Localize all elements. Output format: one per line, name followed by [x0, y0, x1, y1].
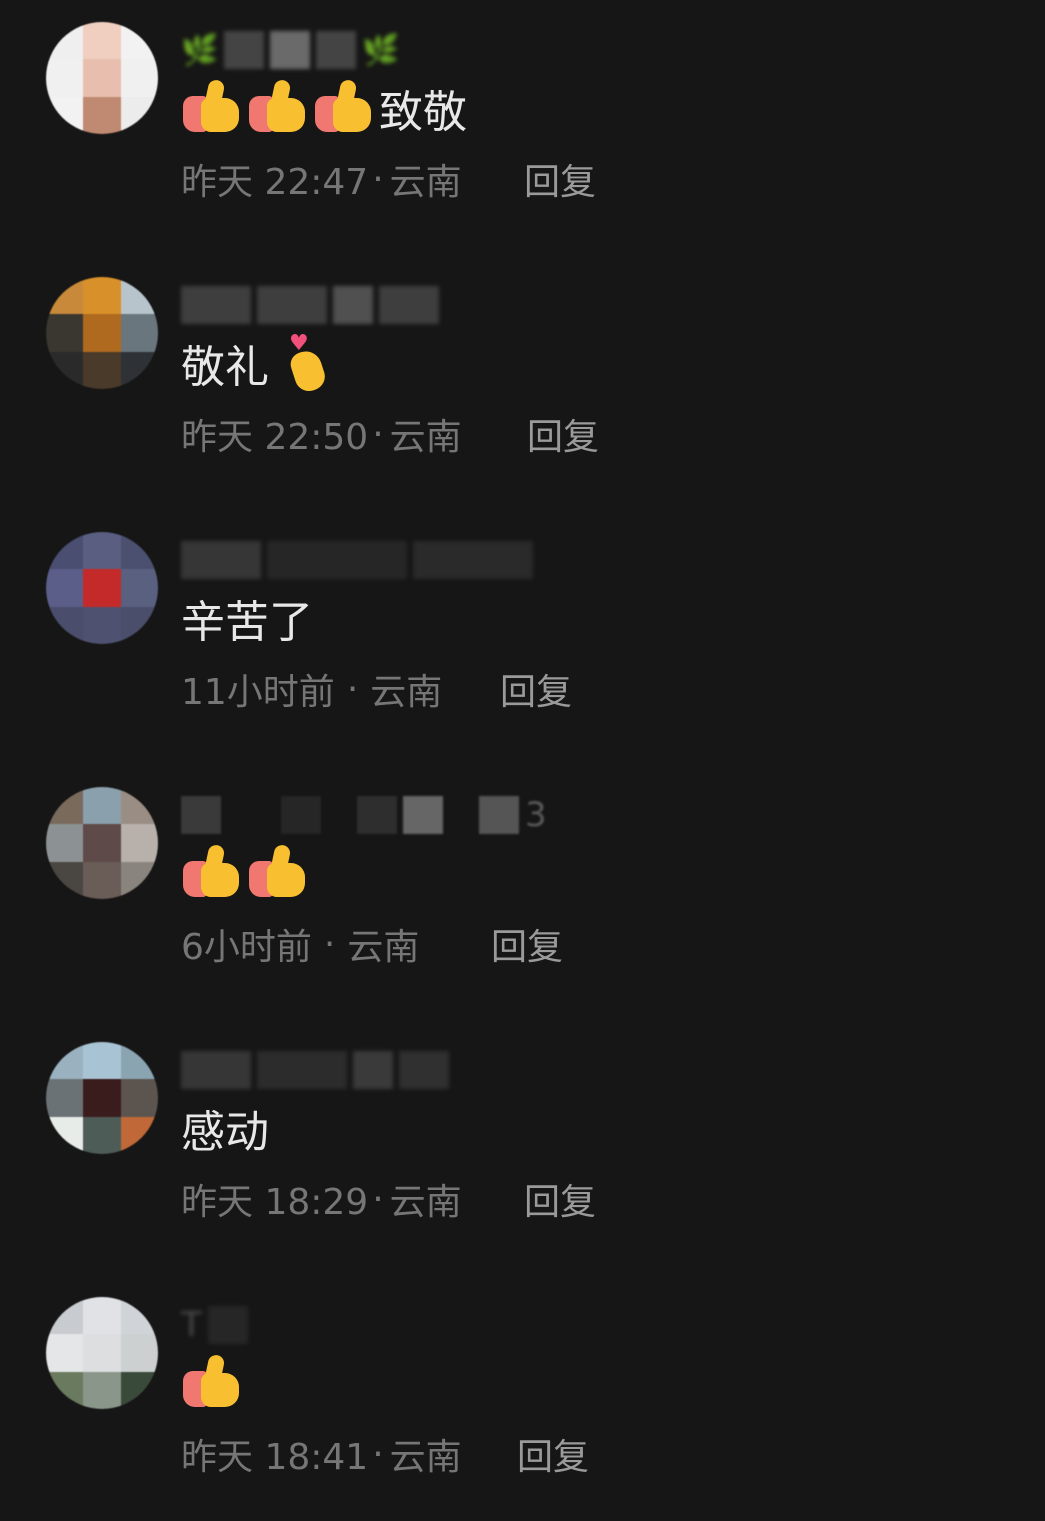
meta-separator: · [323, 923, 336, 965]
thumbs-up-icon [247, 78, 309, 136]
username-mosaic [224, 31, 265, 69]
comment-text: 致敬 [181, 76, 467, 140]
comment-time: 昨天 18:41 [181, 1437, 369, 1478]
comment-location: 云南 [389, 1437, 462, 1478]
username-mosaic [270, 31, 311, 69]
meta-separator: · [372, 158, 384, 200]
comment-text: 辛苦了 [181, 586, 313, 650]
thumbs-up-icon [313, 78, 375, 136]
username-visible-text: 3 [525, 795, 547, 835]
reply-button[interactable]: 回复 [500, 664, 572, 714]
comment-time: 11小时前 [181, 672, 335, 713]
username-mosaic [403, 796, 443, 834]
username-blurred[interactable]: 🌿 🌿 [181, 24, 400, 76]
comment-text-label: 致敬 [379, 87, 467, 138]
username-mosaic [399, 1051, 449, 1089]
finger-heart-icon: ♥ [283, 333, 335, 395]
leaf-icon: 🌿 [181, 32, 219, 68]
comment-time: 昨天 22:47 [181, 162, 369, 203]
username-visible-text: T [181, 1305, 202, 1345]
username-mosaic [181, 286, 251, 324]
username-blurred[interactable] [181, 1044, 449, 1096]
username-blurred[interactable]: 3 [181, 789, 547, 841]
thumbs-up-icon [181, 1353, 243, 1411]
avatar[interactable] [46, 532, 158, 644]
comment-location: 云南 [389, 162, 462, 203]
reply-button[interactable]: 回复 [527, 409, 599, 459]
comment-meta: 昨天 22:47 · 云南 [181, 154, 462, 204]
reply-button[interactable]: 回复 [524, 154, 596, 204]
comment-location: 云南 [389, 1182, 462, 1223]
comment-time: 6小时前 [181, 927, 312, 968]
comment-time: 昨天 22:50 [181, 417, 369, 458]
username-blurred[interactable]: T [181, 1299, 248, 1351]
meta-separator: · [372, 1433, 384, 1475]
comment-text-label: 辛苦了 [181, 597, 313, 648]
avatar[interactable] [46, 1297, 158, 1409]
username-mosaic [257, 1051, 347, 1089]
comment-text: 感动 [181, 1096, 269, 1160]
reply-button[interactable]: 回复 [491, 919, 563, 969]
comment-text [181, 841, 313, 905]
username-mosaic [379, 286, 439, 324]
username-mosaic [333, 286, 373, 324]
avatar[interactable] [46, 22, 158, 134]
username-mosaic [357, 796, 397, 834]
comment-text [181, 1351, 247, 1415]
username-mosaic [181, 1051, 251, 1089]
thumbs-up-icon [247, 843, 309, 901]
meta-separator: · [346, 668, 359, 710]
comment-location: 云南 [389, 417, 462, 458]
username-mosaic [181, 796, 221, 834]
avatar[interactable] [46, 277, 158, 389]
username-blurred[interactable] [181, 534, 533, 586]
username-mosaic [181, 541, 261, 579]
comment-location: 云南 [347, 927, 420, 968]
username-mosaic [267, 541, 407, 579]
comment-meta: 昨天 18:41 · 云南 [181, 1429, 462, 1479]
meta-separator: · [372, 413, 384, 455]
username-mosaic [281, 796, 321, 834]
username-mosaic [316, 31, 357, 69]
username-mosaic [353, 1051, 393, 1089]
username-mosaic [207, 1306, 248, 1344]
comment-meta: 昨天 22:50 · 云南 [181, 409, 462, 459]
reply-button[interactable]: 回复 [524, 1174, 596, 1224]
comment-text-label: 感动 [181, 1107, 269, 1158]
username-mosaic [479, 796, 519, 834]
username-mosaic [413, 541, 533, 579]
leaf-icon: 🌿 [362, 32, 400, 68]
avatar[interactable] [46, 1042, 158, 1154]
avatar[interactable] [46, 787, 158, 899]
username-mosaic [257, 286, 327, 324]
reply-button[interactable]: 回复 [517, 1429, 589, 1479]
comment-location: 云南 [370, 672, 443, 713]
thumbs-up-icon [181, 843, 243, 901]
meta-separator: · [372, 1178, 384, 1220]
comment-text-label: 敬礼 [181, 342, 269, 393]
comment-text: 敬礼 ♥ [181, 331, 335, 395]
comment-time: 昨天 18:29 [181, 1182, 369, 1223]
username-blurred[interactable] [181, 279, 439, 331]
comment-meta: 11小时前 · 云南 [181, 664, 442, 714]
comment-meta: 昨天 18:29 · 云南 [181, 1174, 462, 1224]
comment-meta: 6小时前 · 云南 [181, 919, 419, 969]
thumbs-up-icon [181, 78, 243, 136]
